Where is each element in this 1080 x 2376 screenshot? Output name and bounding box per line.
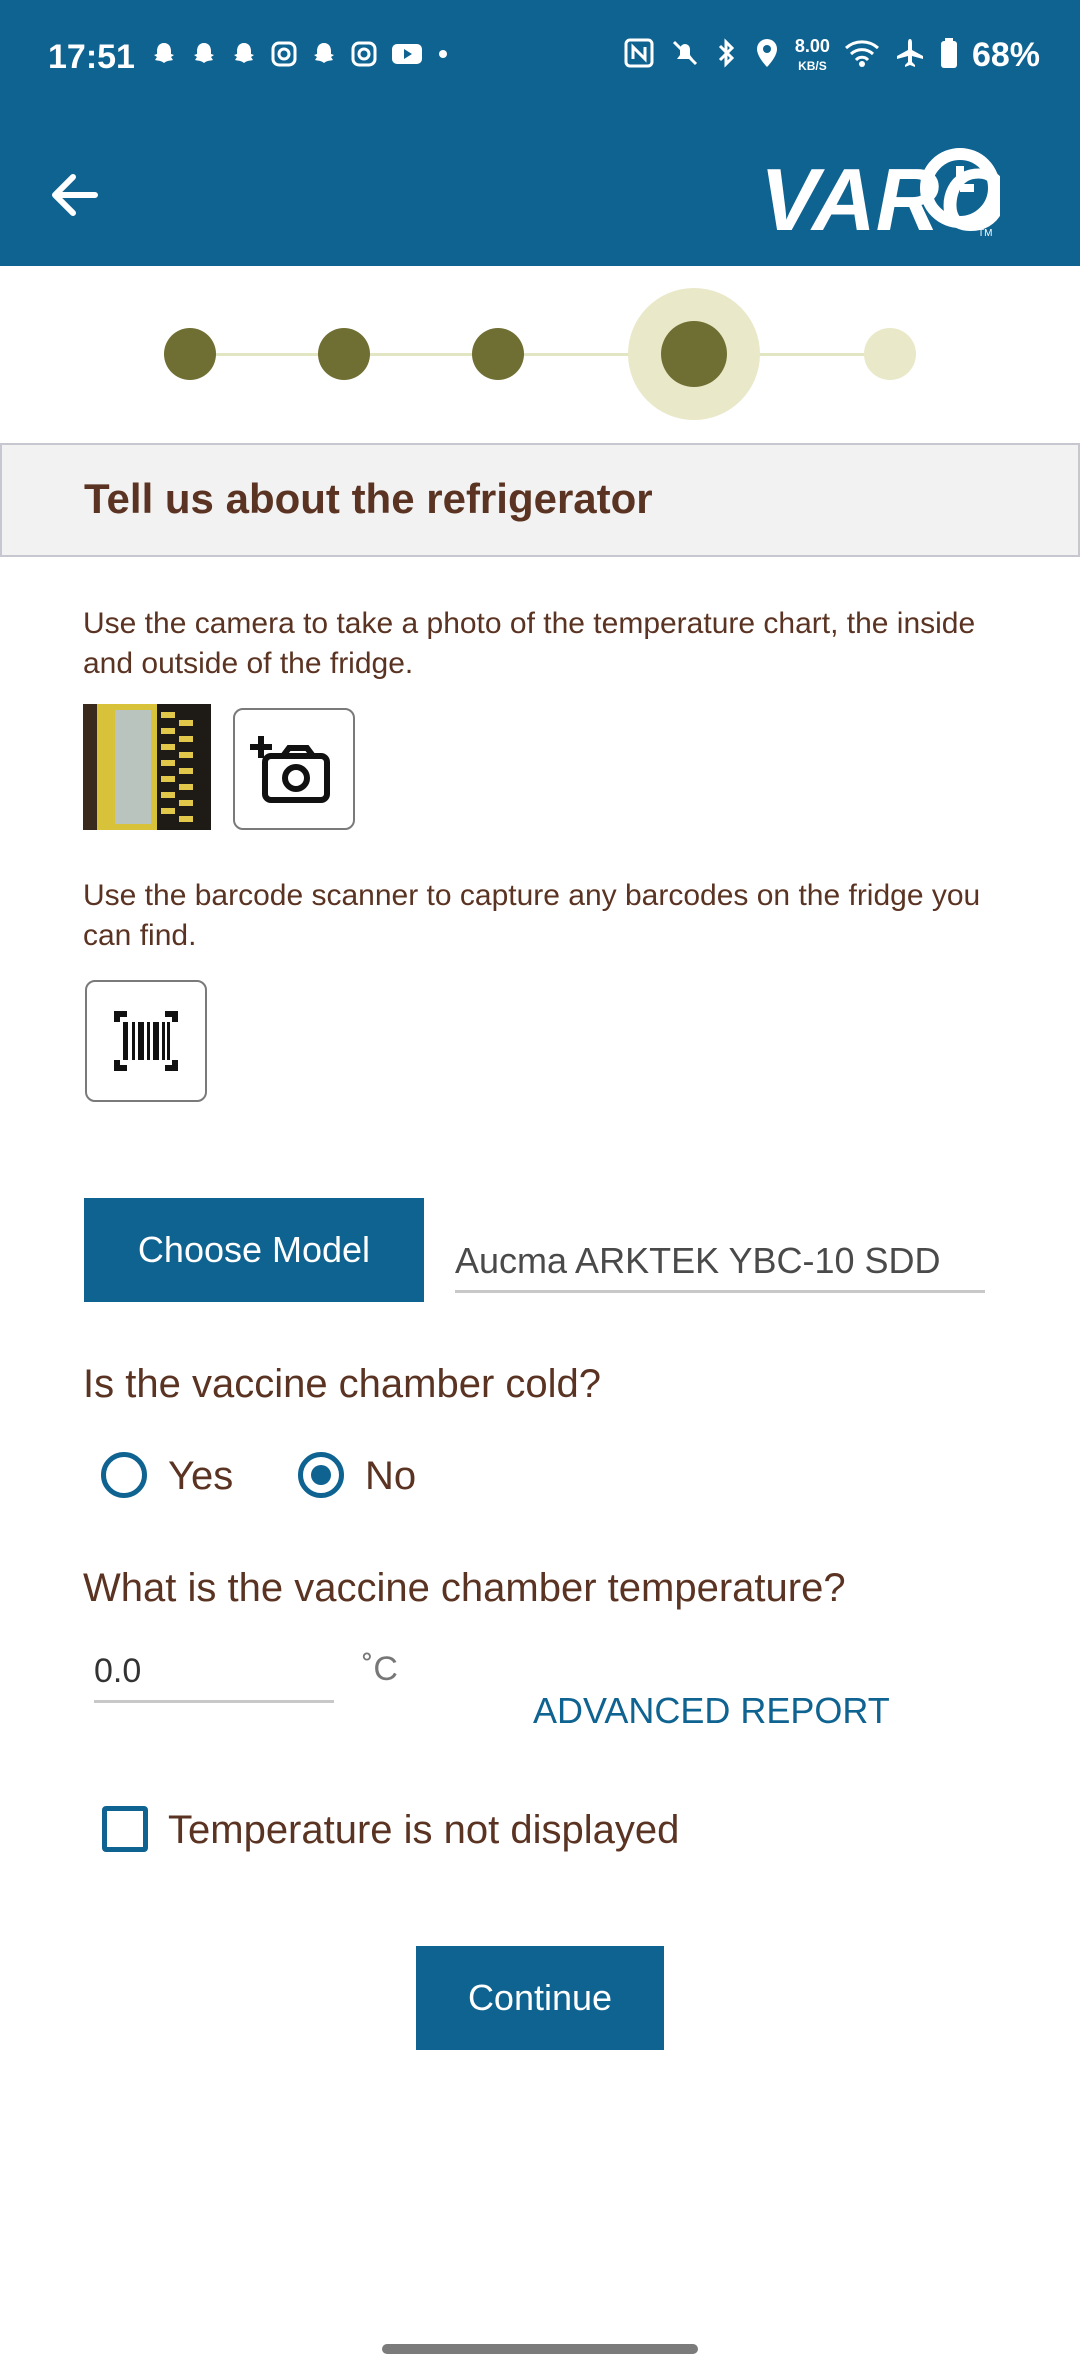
barcode-scan-icon <box>114 1011 178 1071</box>
wifi-icon <box>844 38 880 73</box>
step-3 <box>472 328 524 380</box>
section-title: Tell us about the refrigerator <box>84 475 653 522</box>
step-4 <box>661 321 727 387</box>
temperature-not-displayed-checkbox[interactable] <box>102 1806 148 1852</box>
section-header: Tell us about the refrigerator <box>0 443 1080 557</box>
barcode-scan-button[interactable] <box>85 980 207 1102</box>
snapchat-icon <box>230 40 258 73</box>
radio-yes-label[interactable]: Yes <box>168 1454 233 1499</box>
bluetooth-icon <box>715 37 739 74</box>
more-dot-icon <box>436 47 450 66</box>
choose-model-button[interactable]: Choose Model <box>84 1198 424 1302</box>
temperature-question-label: What is the vaccine chamber temperature? <box>83 1566 846 1610</box>
radio-no-selected-dot <box>311 1465 331 1485</box>
temperature-not-displayed-label[interactable]: Temperature is not displayed <box>168 1808 679 1853</box>
status-bar: 17:51 8.00 KB/S 68% <box>0 0 1080 120</box>
advanced-report-link[interactable]: ADVANCED REPORT <box>533 1690 890 1732</box>
varo-logo: VARO TM <box>760 140 1008 249</box>
temperature-unit: ˚C <box>362 1650 398 1688</box>
arrow-left-icon <box>52 174 98 216</box>
radio-yes[interactable] <box>101 1452 147 1498</box>
step-1 <box>164 328 216 380</box>
mute-bell-icon <box>669 37 701 74</box>
cold-question-label: Is the vaccine chamber cold? <box>83 1362 602 1406</box>
temperature-input[interactable]: 0.0 <box>94 1644 334 1703</box>
airplane-icon <box>894 37 926 74</box>
network-speed-value: 8.00 <box>794 35 830 56</box>
snapchat-icon <box>150 40 178 73</box>
photo-thumbnail[interactable] <box>83 704 211 830</box>
radio-no-label[interactable]: No <box>365 1454 416 1499</box>
youtube-icon <box>390 40 424 73</box>
stepper-track <box>190 353 890 356</box>
battery-percent: 68% <box>971 36 1040 74</box>
instagram-icon <box>350 40 378 73</box>
system-icons: 8.00 KB/S 68% <box>623 36 1040 75</box>
photo-instructions: Use the camera to take a photo of the te… <box>83 607 976 680</box>
radio-no[interactable] <box>298 1452 344 1498</box>
location-icon <box>753 37 781 74</box>
continue-button[interactable]: Continue <box>416 1946 664 2050</box>
model-field[interactable]: Aucma ARKTEK YBC-10 SDD <box>455 1232 985 1293</box>
battery-icon <box>940 37 958 74</box>
network-speed-unit: KB/S <box>798 58 827 73</box>
home-indicator[interactable] <box>382 2344 698 2354</box>
notification-icons <box>150 40 450 73</box>
add-photo-button[interactable] <box>233 708 355 830</box>
temperature-value: 0.0 <box>94 1652 142 1690</box>
instagram-icon <box>270 40 298 73</box>
step-2 <box>318 328 370 380</box>
network-speed: 8.00 KB/S <box>795 37 830 75</box>
snapchat-icon <box>190 40 218 73</box>
back-button[interactable] <box>40 160 110 230</box>
svg-text:TM: TM <box>978 228 992 239</box>
model-value: Aucma ARKTEK YBC-10 SDD <box>455 1240 941 1281</box>
status-time: 17:51 <box>48 38 135 76</box>
step-5 <box>864 328 916 380</box>
snapchat-icon <box>310 40 338 73</box>
barcode-instructions: Use the barcode scanner to capture any b… <box>83 879 981 952</box>
nfc-icon <box>623 37 655 74</box>
camera-add-icon <box>250 736 330 803</box>
